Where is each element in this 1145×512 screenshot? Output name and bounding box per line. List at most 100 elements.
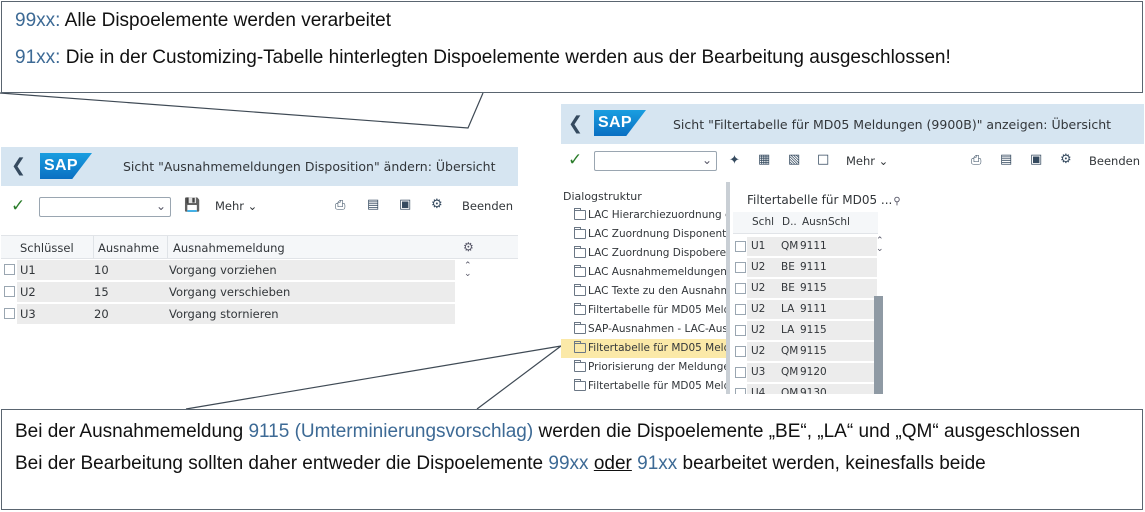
row-checkbox[interactable]: [735, 283, 746, 294]
row-checkbox[interactable]: [4, 264, 15, 275]
tree-item[interactable]: LAC Zuordnung Dispobereich: [561, 244, 727, 263]
table-header: Schl D.. AusnSchl: [733, 212, 878, 234]
cell-key: U1: [20, 263, 36, 277]
cell-message: Vorgang verschieben: [169, 285, 291, 299]
column-header-key: Schlüssel: [20, 241, 74, 255]
tree-item[interactable]: LAC Zuordnung Disponenten: [561, 225, 727, 244]
exit-button[interactable]: Beenden: [462, 199, 513, 213]
column-header-d: D..: [782, 216, 797, 228]
command-field[interactable]: ⌄: [594, 151, 717, 171]
sap-window-exception-messages: ❮ SAP Sicht "Ausnahmemeldungen Dispositi…: [1, 147, 518, 329]
folder-icon: [574, 379, 586, 391]
open-folder-icon: [574, 341, 586, 353]
tree-item[interactable]: Filtertabelle für MD05 Meldu: [561, 377, 727, 394]
callout-line-9115: Bei der Ausnahmemeldung 9115 (Umterminie…: [15, 421, 1081, 442]
back-icon[interactable]: ❮: [11, 156, 26, 176]
tree-item[interactable]: SAP-Ausnahmen - LAC-Ausn: [561, 320, 727, 339]
table-settings-icon[interactable]: ⚙: [463, 240, 474, 254]
chevron-down-icon[interactable]: ⌄: [702, 153, 712, 167]
window-title: Sicht "Filtertabelle für MD05 Meldungen …: [673, 117, 1112, 132]
deselect-all-icon[interactable]: □: [817, 152, 829, 168]
layout-icon[interactable]: ▣: [1030, 152, 1042, 168]
table-row[interactable]: U2 15 Vorgang verschieben: [1, 281, 518, 303]
window-title: Sicht "Ausnahmemeldungen Disposition" än…: [123, 159, 496, 174]
row-checkbox[interactable]: [735, 241, 746, 252]
tree-title: Dialogstruktur: [563, 190, 642, 203]
row-checkbox[interactable]: [735, 304, 746, 315]
callout-line-recommendation: Bei der Bearbeitung sollten daher entwed…: [15, 453, 986, 474]
tree-scrollbar[interactable]: [726, 182, 730, 394]
table-row[interactable]: U2 LA 9111: [733, 299, 878, 320]
dialog-structure-tree: Dialogstruktur LAC Hierarchiezuordnung e…: [561, 182, 730, 394]
folder-icon: [574, 322, 586, 334]
check-icon[interactable]: ✓: [568, 150, 582, 170]
folder-icon: [574, 265, 586, 277]
tree-item[interactable]: LAC Texte zu den Ausnahme: [561, 282, 727, 301]
tree-item[interactable]: Filtertabelle für MD05 Meldu: [561, 301, 727, 320]
table-row[interactable]: U1 10 Vorgang vorziehen ⌃ ⌄: [1, 259, 518, 281]
chevron-down-icon[interactable]: ⌄: [156, 199, 166, 213]
row-checkbox[interactable]: [4, 308, 15, 319]
row-checkbox[interactable]: [735, 346, 746, 357]
toolbar: ✓ ⌄ 💾 Mehr ⌄ ⎙ ▤ ▣ ⚙ Beenden: [1, 186, 518, 226]
back-icon[interactable]: ❮: [568, 114, 583, 134]
more-button[interactable]: Mehr ⌄: [846, 154, 888, 168]
bottom-callout: Bei der Ausnahmemeldung 9115 (Umterminie…: [1, 409, 1143, 510]
sap-window-filter-table: ❮ SAP Sicht "Filtertabelle für MD05 Meld…: [561, 104, 1144, 394]
row-checkbox[interactable]: [735, 367, 746, 378]
shell-header: ❮ SAP Sicht "Filtertabelle für MD05 Meld…: [561, 104, 1144, 144]
exit-button[interactable]: Beenden: [1089, 154, 1140, 168]
scroll-down-icon[interactable]: ⌄: [464, 269, 472, 279]
select-all-icon[interactable]: ▦: [758, 152, 770, 168]
tree-item[interactable]: LAC Ausnahmemeldungen: [561, 263, 727, 282]
table-row[interactable]: U4 QM 9130: [733, 383, 878, 394]
filter-table-title: Filtertabelle für MD05 ...⚲: [747, 193, 901, 207]
select-block-icon[interactable]: ▧: [788, 152, 800, 168]
folder-icon: [574, 284, 586, 296]
table-scrollbar[interactable]: [874, 296, 883, 394]
table-row[interactable]: U3 20 Vorgang stornieren: [1, 303, 518, 325]
search-icon[interactable]: ⚲: [893, 196, 900, 207]
cell-exception: 15: [94, 285, 109, 299]
details-icon[interactable]: ✦: [729, 153, 740, 169]
sap-logo: SAP: [594, 110, 646, 136]
save-icon[interactable]: 💾: [184, 198, 200, 214]
folder-icon: [574, 227, 586, 239]
table-row[interactable]: U2 LA 9115: [733, 320, 878, 341]
table-row[interactable]: U1 QM 9111: [733, 236, 878, 257]
print-icon[interactable]: ⎙: [971, 153, 981, 169]
print-icon[interactable]: ⎙: [335, 198, 345, 214]
cell-exception: 10: [94, 263, 109, 277]
column-header-schl: Schl: [752, 216, 775, 228]
toolbar: ✓ ⌄ ✦ ▦ ▧ □ Mehr ⌄ ⎙ ▤ ▣ ⚙ Beenden: [561, 144, 1144, 180]
more-button[interactable]: Mehr ⌄: [215, 199, 257, 213]
window-icon[interactable]: ▤: [367, 197, 379, 213]
cell-exception: 20: [94, 307, 109, 321]
row-checkbox[interactable]: [735, 325, 746, 336]
scroll-down-icon[interactable]: ⌄: [876, 244, 884, 254]
check-icon[interactable]: ✓: [11, 196, 25, 216]
cell-key: U3: [20, 307, 36, 321]
settings-icon[interactable]: ⚙: [1060, 152, 1072, 168]
tree-item-selected[interactable]: Filtertabelle für MD05 Meldu: [561, 339, 727, 358]
tree-item[interactable]: LAC Hierarchiezuordnung ein: [561, 206, 727, 225]
exception-messages-table: Schlüssel Ausnahme Ausnahmemeldung ⚙ U1 …: [1, 235, 518, 325]
table-row[interactable]: U3 QM 9120: [733, 362, 878, 383]
table-row[interactable]: U2 QM 9115: [733, 341, 878, 362]
folder-icon: [574, 360, 586, 372]
command-field[interactable]: ⌄: [39, 197, 171, 217]
row-checkbox[interactable]: [4, 286, 15, 297]
tree-item[interactable]: Priorisierung der Meldungen: [561, 358, 727, 377]
row-checkbox[interactable]: [735, 388, 746, 394]
top-callout: 99xx: Alle Dispoelemente werden verarbei…: [1, 1, 1143, 93]
cell-key: U2: [20, 285, 36, 299]
layout-icon[interactable]: ▣: [399, 197, 411, 213]
window-icon[interactable]: ▤: [1000, 152, 1012, 168]
column-header-message: Ausnahmemeldung: [173, 241, 285, 255]
row-checkbox[interactable]: [735, 262, 746, 273]
table-row[interactable]: U2 BE 9115: [733, 278, 878, 299]
cell-message: Vorgang vorziehen: [169, 263, 277, 277]
table-row[interactable]: U2 BE 9111: [733, 257, 878, 278]
settings-icon[interactable]: ⚙: [431, 197, 443, 213]
column-header-exception: Ausnahme: [98, 241, 160, 255]
